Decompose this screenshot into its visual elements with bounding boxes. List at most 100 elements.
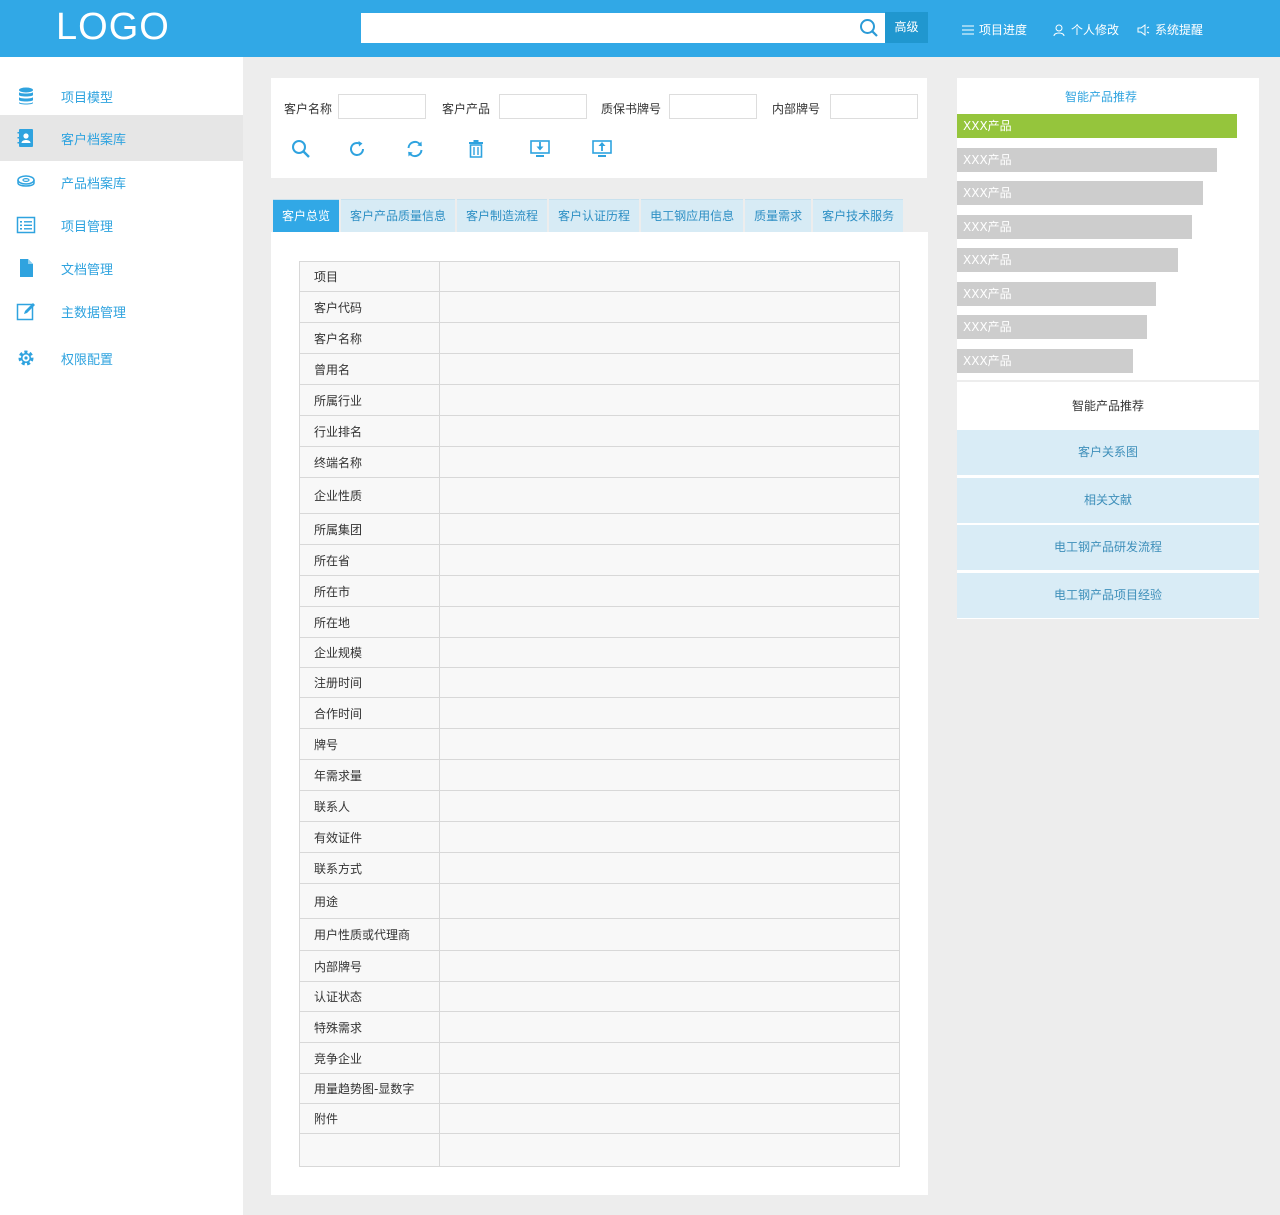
field-value[interactable] bbox=[439, 728, 900, 760]
table-row: 内部牌号 bbox=[299, 950, 900, 982]
customer-product-input[interactable] bbox=[499, 94, 587, 119]
field-value[interactable] bbox=[439, 544, 900, 576]
table-row: 用量趋势图-显数字 bbox=[299, 1073, 900, 1104]
field-value[interactable] bbox=[439, 1011, 900, 1043]
table-row: 用途 bbox=[299, 883, 900, 919]
field-label: 所属行业 bbox=[299, 384, 440, 416]
field-value[interactable] bbox=[439, 575, 900, 607]
tab-technical-service[interactable]: 客户技术服务 bbox=[813, 199, 904, 232]
field-value[interactable] bbox=[439, 981, 900, 1012]
speaker-icon bbox=[1137, 23, 1150, 36]
sidebar-item-label: 文档管理 bbox=[61, 262, 114, 278]
sidebar-item-label: 产品档案库 bbox=[61, 176, 127, 192]
field-value[interactable] bbox=[439, 821, 900, 853]
field-label: 终端名称 bbox=[299, 446, 440, 478]
customer-name-input[interactable] bbox=[338, 94, 426, 119]
table-row: 客户代码 bbox=[299, 291, 900, 323]
sidebar-item-master-data[interactable]: 主数据管理 bbox=[0, 288, 243, 334]
nav-profile-edit[interactable]: 个人修改 bbox=[1053, 21, 1119, 38]
tab-certification-history[interactable]: 客户认证历程 bbox=[549, 199, 640, 232]
recommend-title: 智能产品推荐 bbox=[1064, 90, 1137, 104]
customer-info-table: 项目 客户代码 客户名称 曾用名 所属行业 行业排名 终端名称 企业性质 所属集团 所在省 所在市所… bbox=[299, 261, 900, 1167]
field-value[interactable] bbox=[439, 353, 900, 385]
sidebar-item-permission-config[interactable]: 权限配置 bbox=[0, 335, 243, 381]
field-value[interactable] bbox=[439, 1042, 900, 1074]
recommend-product-bar[interactable]: XXX产品 bbox=[957, 315, 1147, 339]
recommend-product-bar[interactable]: XXX产品 bbox=[957, 147, 1217, 172]
table-row: 认证状态 bbox=[299, 981, 900, 1012]
sidebar-item-product-archive[interactable]: 产品档案库 bbox=[0, 159, 243, 205]
field-value[interactable] bbox=[439, 697, 900, 729]
tab-electrical-steel-application[interactable]: 电工钢应用信息 bbox=[641, 199, 744, 232]
field-value[interactable] bbox=[439, 322, 900, 354]
search-icon[interactable] bbox=[290, 138, 312, 160]
advanced-search-button[interactable]: 高级 bbox=[885, 12, 928, 43]
field-value[interactable] bbox=[439, 446, 900, 478]
field-value[interactable] bbox=[439, 918, 900, 951]
tab-product-quality[interactable]: 客户产品质量信息 bbox=[341, 199, 456, 232]
search-input[interactable] bbox=[361, 13, 885, 43]
warranty-grade-input[interactable] bbox=[669, 94, 757, 119]
table-row: 所在市 bbox=[299, 575, 900, 607]
field-value[interactable] bbox=[439, 667, 900, 698]
field-value[interactable] bbox=[439, 261, 900, 292]
field-value[interactable] bbox=[439, 1133, 900, 1167]
table-row: 企业规模 bbox=[299, 637, 900, 668]
field-value[interactable] bbox=[439, 1073, 900, 1104]
recommend-product-bar[interactable]: XXX产品 bbox=[957, 281, 1156, 306]
link-rd-process[interactable]: 电工钢产品研发流程 bbox=[957, 525, 1259, 570]
recommend-panel: 智能产品推荐 XXX产品 XXX产品 XXX产品 XXX产品 XXX产品 XXX产品 XXX… bbox=[957, 78, 1259, 619]
table-row bbox=[299, 1133, 900, 1167]
refresh-icon[interactable] bbox=[346, 138, 368, 160]
disk-stack-icon bbox=[17, 175, 35, 187]
field-value[interactable] bbox=[439, 950, 900, 982]
search-icon[interactable] bbox=[859, 18, 879, 38]
recommend-product-bar[interactable]: XXX产品 bbox=[957, 348, 1133, 373]
recommend-product-bar[interactable]: XXX产品 bbox=[957, 214, 1192, 239]
field-value[interactable] bbox=[439, 637, 900, 668]
sidebar-item-customer-archive[interactable]: 客户档案库 bbox=[0, 115, 243, 161]
upload-icon[interactable] bbox=[591, 138, 613, 160]
trash-icon[interactable] bbox=[465, 138, 487, 160]
field-label: 认证状态 bbox=[299, 981, 440, 1012]
field-value[interactable] bbox=[439, 852, 900, 884]
field-label: 联系人 bbox=[299, 790, 440, 822]
tab-manufacturing-process[interactable]: 客户制造流程 bbox=[457, 199, 548, 232]
nav-system-alert[interactable]: 系统提醒 bbox=[1137, 21, 1203, 38]
tab-quality-requirements[interactable]: 质量需求 bbox=[745, 199, 812, 232]
download-icon[interactable] bbox=[529, 138, 551, 160]
field-value[interactable] bbox=[439, 291, 900, 323]
field-value[interactable] bbox=[439, 384, 900, 416]
table-row: 所属行业 bbox=[299, 384, 900, 416]
sidebar-item-project-model[interactable]: 项目模型 bbox=[0, 73, 243, 119]
field-value[interactable] bbox=[439, 790, 900, 822]
table-row: 企业性质 bbox=[299, 477, 900, 514]
field-value[interactable] bbox=[439, 759, 900, 791]
filter-label-customer-product: 客户产品 bbox=[442, 102, 491, 116]
table-row: 终端名称 bbox=[299, 446, 900, 478]
tab-customer-overview[interactable]: 客户总览 bbox=[273, 199, 340, 232]
internal-grade-input[interactable] bbox=[830, 94, 918, 119]
sidebar-item-label: 项目模型 bbox=[61, 90, 114, 106]
logo: LOGO bbox=[56, 6, 170, 48]
table-row: 附件 bbox=[299, 1103, 900, 1134]
field-value[interactable] bbox=[439, 883, 900, 919]
sync-icon[interactable] bbox=[404, 138, 426, 160]
field-label bbox=[299, 1133, 440, 1167]
filter-panel: 客户名称 客户产品 质保书牌号 内部牌号 bbox=[271, 78, 927, 178]
field-value[interactable] bbox=[439, 415, 900, 447]
field-value[interactable] bbox=[439, 606, 900, 638]
field-value[interactable] bbox=[439, 477, 900, 514]
link-related-literature[interactable]: 相关文献 bbox=[957, 478, 1259, 523]
sidebar-item-project-management[interactable]: 项目管理 bbox=[0, 202, 243, 248]
main-content: 项目 客户代码 客户名称 曾用名 所属行业 行业排名 终端名称 企业性质 所属集团 所在省 所在市所… bbox=[271, 232, 928, 1195]
nav-project-progress[interactable]: 项目进度 bbox=[961, 21, 1027, 38]
recommend-product-bar[interactable]: XXX产品 bbox=[957, 114, 1237, 138]
sidebar-item-document-management[interactable]: 文档管理 bbox=[0, 245, 243, 291]
field-value[interactable] bbox=[439, 1103, 900, 1134]
field-value[interactable] bbox=[439, 513, 900, 545]
recommend-product-bar[interactable]: XXX产品 bbox=[957, 181, 1203, 205]
recommend-product-bar[interactable]: XXX产品 bbox=[957, 248, 1178, 272]
link-project-experience[interactable]: 电工钢产品项目经验 bbox=[957, 573, 1259, 618]
link-customer-relationship[interactable]: 客户关系图 bbox=[957, 430, 1259, 475]
